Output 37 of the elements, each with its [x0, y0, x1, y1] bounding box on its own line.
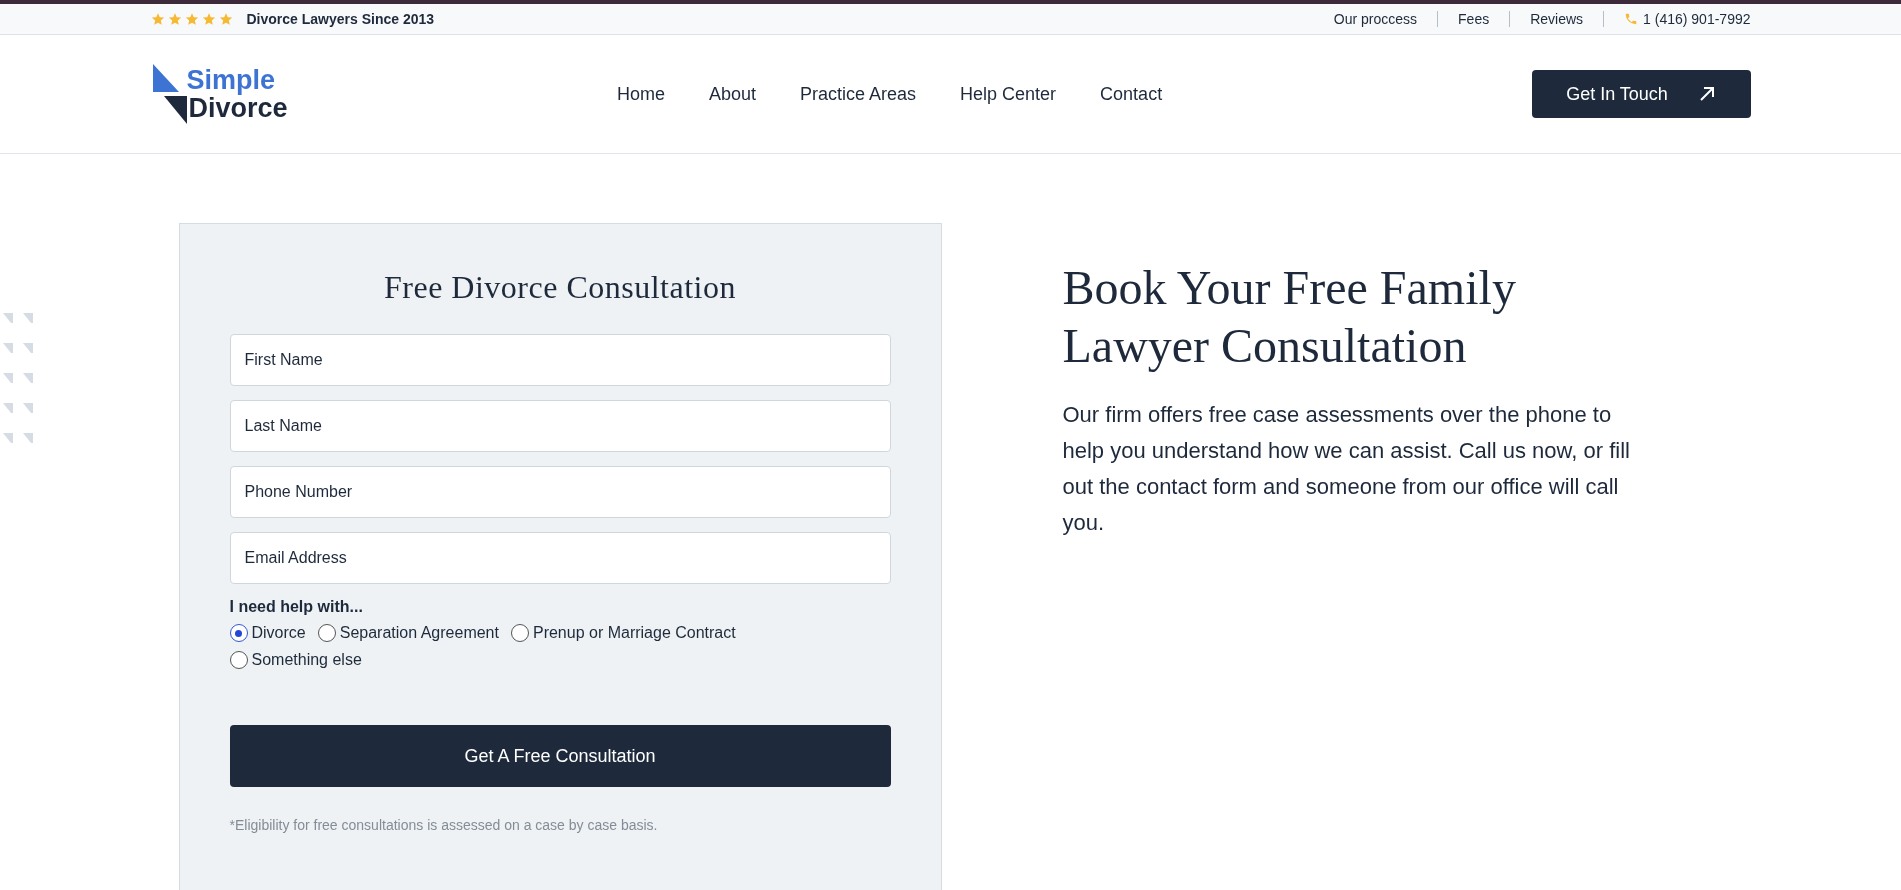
- submit-button[interactable]: Get A Free Consultation: [229, 725, 891, 787]
- nav-link[interactable]: Home: [616, 83, 665, 105]
- option-label: Divorce: [251, 624, 306, 642]
- nav-link[interactable]: Help Center: [960, 83, 1057, 105]
- radio-button[interactable]: [229, 624, 248, 642]
- intro-paragraph: Our firm offers free case assessments over the phone to help you understand how we can assist. Call us now, or fill out the contact form and someone from our office will call you.: [1062, 401, 1631, 537]
- logo-text: Simple: [186, 66, 277, 94]
- nav-link[interactable]: About: [708, 83, 756, 105]
- get-in-touch-button[interactable]: Get In Touch: [1531, 70, 1751, 118]
- radio-button[interactable]: [317, 624, 336, 642]
- question-label: I need help with...: [229, 598, 364, 616]
- star-icon: [184, 12, 199, 26]
- tagline: Divorce Lawyers Since 2013: [246, 11, 435, 27]
- star-icon: [218, 12, 233, 26]
- phone-link[interactable]: 1 (416) 901-7992: [1604, 11, 1751, 27]
- nav-link[interactable]: Contact: [1100, 83, 1163, 105]
- top-link[interactable]: Reviews: [1510, 11, 1605, 27]
- star-icon: [167, 12, 182, 26]
- radio-option[interactable]: Divorce: [229, 624, 306, 642]
- logo-text: Divorce: [188, 94, 288, 122]
- phone-icon: [1624, 12, 1639, 26]
- star-icon: [150, 12, 165, 26]
- input-field[interactable]: Last Name: [229, 400, 891, 452]
- radio-option[interactable]: Something else: [229, 651, 362, 669]
- heading: Book Your Free Family Lawyer Consultation: [1062, 260, 1517, 374]
- option-label: Something else: [251, 651, 362, 669]
- radio-button[interactable]: [229, 651, 248, 669]
- top-link[interactable]: Our proccess: [1313, 11, 1439, 27]
- radio-button[interactable]: [510, 624, 529, 642]
- input-field[interactable]: Email Address: [229, 532, 891, 584]
- footnote: *Eligibility for free consultations is assessed on a case by case basis.: [229, 817, 659, 833]
- input-field[interactable]: First Name: [229, 334, 891, 386]
- star-icon: [201, 12, 216, 26]
- form-title: Free Divorce Consultation: [383, 269, 737, 306]
- top-link[interactable]: Fees: [1438, 11, 1511, 27]
- nav-link[interactable]: Practice Areas: [800, 83, 917, 105]
- input-field[interactable]: Phone Number: [229, 466, 891, 518]
